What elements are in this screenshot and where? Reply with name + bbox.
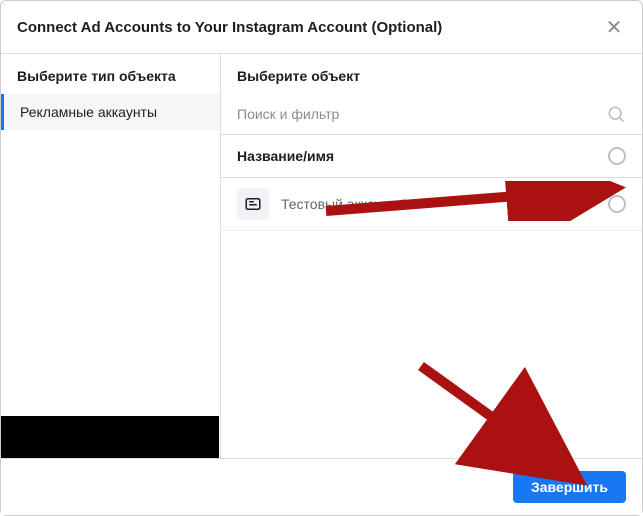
modal-body: Выберите тип объекта Рекламные аккаунты … bbox=[1, 54, 642, 458]
sidebar-bottom-bar bbox=[1, 416, 219, 458]
sidebar-item-ad-accounts[interactable]: Рекламные аккаунты bbox=[1, 94, 220, 130]
account-list: Тестовый аккаунт 2 bbox=[221, 178, 642, 458]
modal-title: Connect Ad Accounts to Your Instagram Ac… bbox=[17, 19, 442, 36]
sidebar-item-label: Рекламные аккаунты bbox=[20, 104, 157, 120]
search-input[interactable] bbox=[237, 100, 606, 128]
sidebar-title: Выберите тип объекта bbox=[1, 54, 220, 94]
account-row[interactable]: Тестовый аккаунт 2 bbox=[221, 178, 642, 231]
account-row-radio[interactable] bbox=[608, 195, 626, 213]
modal: Connect Ad Accounts to Your Instagram Ac… bbox=[0, 0, 643, 516]
modal-footer: Завершить bbox=[1, 458, 642, 515]
main-title: Выберите объект bbox=[221, 54, 642, 94]
account-row-label: Тестовый аккаунт 2 bbox=[281, 196, 596, 212]
main-panel: Выберите объект Название/имя bbox=[221, 54, 642, 458]
close-button[interactable]: ✕ bbox=[602, 15, 626, 39]
column-header-row: Название/имя bbox=[221, 135, 642, 178]
finish-button[interactable]: Завершить bbox=[513, 471, 626, 503]
column-header-label: Название/имя bbox=[237, 148, 334, 164]
close-icon: ✕ bbox=[606, 15, 623, 40]
modal-header: Connect Ad Accounts to Your Instagram Ac… bbox=[1, 1, 642, 54]
sidebar: Выберите тип объекта Рекламные аккаунты bbox=[1, 54, 221, 458]
select-all-radio[interactable] bbox=[608, 147, 626, 165]
ad-account-icon bbox=[237, 188, 269, 220]
search-icon bbox=[606, 104, 626, 124]
search-row bbox=[221, 94, 642, 135]
